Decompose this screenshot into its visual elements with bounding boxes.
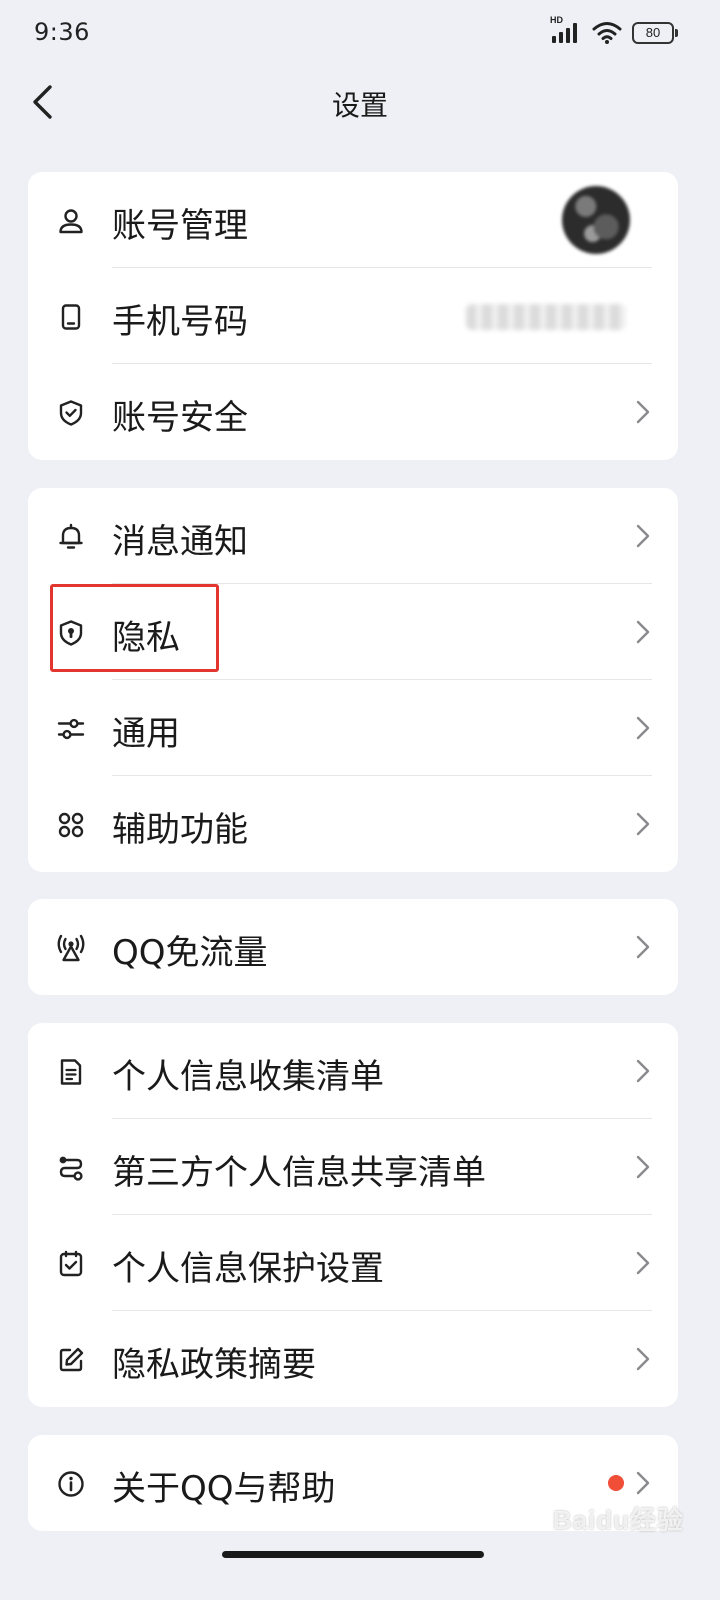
settings-group-general: 消息通知 隐私 通用 辅助功能: [28, 488, 678, 872]
settings-group-personal-info: 个人信息收集清单 第三方个人信息共享清单 个人信息保护设置 隐私政策摘要: [28, 1023, 678, 1407]
document-icon: [56, 1057, 86, 1087]
settings-item-label: 辅助功能: [112, 810, 248, 850]
avatar: [562, 186, 630, 254]
settings-item-label: 关于QQ与帮助: [112, 1469, 336, 1509]
grid-icon: [56, 810, 86, 840]
settings-item-label: 第三方个人信息共享清单: [112, 1153, 486, 1193]
chevron-right-icon: [632, 1057, 654, 1085]
home-indicator[interactable]: [222, 1551, 484, 1558]
settings-item-label: 隐私: [112, 618, 180, 658]
settings-item-label: 个人信息收集清单: [112, 1057, 384, 1097]
chevron-right-icon: [632, 1469, 654, 1497]
phone-icon: [56, 302, 86, 332]
chevron-right-icon: [632, 618, 654, 646]
settings-item-label: QQ免流量: [112, 933, 268, 973]
status-time: 9:36: [34, 18, 90, 46]
settings-item-info-collection-list[interactable]: 个人信息收集清单: [28, 1023, 678, 1119]
cellular-signal-icon: HD: [550, 15, 582, 45]
battery-indicator: 80: [632, 22, 678, 44]
chevron-right-icon: [632, 1345, 654, 1373]
chevron-right-icon: [632, 714, 654, 742]
edit-icon: [56, 1345, 86, 1375]
chevron-right-icon: [632, 522, 654, 550]
wifi-icon: [592, 21, 622, 45]
watermark-text: Baidu经验: [552, 1505, 684, 1535]
settings-item-general[interactable]: 通用: [28, 680, 678, 776]
settings-item-account-security[interactable]: 账号安全: [28, 364, 678, 460]
settings-item-label: 手机号码: [112, 302, 248, 342]
nav-bar: 设置: [0, 66, 720, 142]
settings-group-account: 账号管理 手机号码 账号安全: [28, 172, 678, 460]
chevron-right-icon: [632, 1153, 654, 1181]
bell-icon: [56, 522, 86, 552]
settings-item-qq-free-data[interactable]: QQ免流量: [28, 899, 678, 995]
settings-item-account-management[interactable]: 账号管理: [28, 172, 678, 268]
masked-phone-value: [466, 304, 626, 330]
settings-item-info-protection-settings[interactable]: 个人信息保护设置: [28, 1215, 678, 1311]
settings-item-privacy[interactable]: 隐私: [28, 584, 678, 680]
signal-tower-icon: [56, 933, 86, 963]
settings-item-label: 账号管理: [112, 206, 248, 246]
page-title: 设置: [331, 89, 388, 122]
chevron-right-icon: [632, 933, 654, 961]
chevron-right-icon: [632, 1249, 654, 1277]
shield-check-icon: [56, 398, 86, 428]
privacy-shield-icon: [56, 618, 86, 648]
status-bar: 9:36 HD 80: [0, 0, 720, 66]
settings-group-data: QQ免流量: [28, 899, 678, 995]
sliders-icon: [56, 714, 86, 744]
share-icon: [56, 1153, 86, 1183]
hd-label: HD: [550, 15, 563, 25]
chevron-right-icon: [632, 810, 654, 838]
settings-item-third-party-sharing-list[interactable]: 第三方个人信息共享清单: [28, 1119, 678, 1215]
checkbox-icon: [56, 1249, 86, 1279]
settings-item-label: 账号安全: [112, 398, 248, 438]
settings-item-phone-number[interactable]: 手机号码: [28, 268, 678, 364]
settings-item-label: 个人信息保护设置: [112, 1249, 384, 1289]
settings-item-accessibility[interactable]: 辅助功能: [28, 776, 678, 872]
chevron-right-icon: [632, 398, 654, 426]
settings-item-notifications[interactable]: 消息通知: [28, 488, 678, 584]
user-icon: [56, 206, 86, 236]
notification-dot: [608, 1475, 624, 1491]
settings-item-label: 通用: [112, 714, 180, 754]
status-icons: HD 80: [550, 15, 678, 48]
settings-item-privacy-policy-summary[interactable]: 隐私政策摘要: [28, 1311, 678, 1407]
info-icon: [56, 1469, 86, 1499]
settings-item-label: 消息通知: [112, 522, 248, 562]
settings-item-label: 隐私政策摘要: [112, 1345, 316, 1385]
